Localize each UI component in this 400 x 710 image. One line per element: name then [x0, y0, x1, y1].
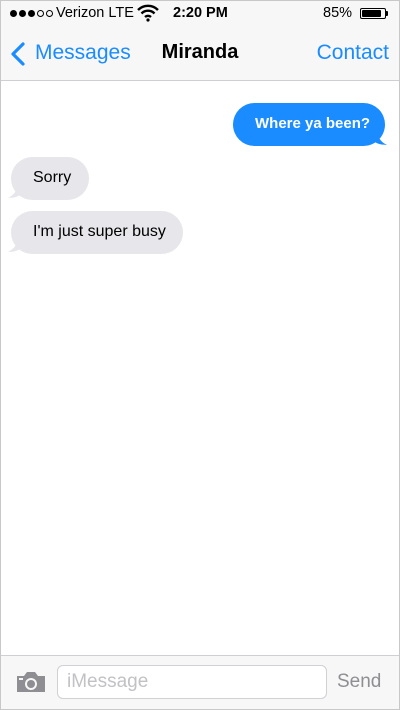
battery-nub [386, 11, 388, 16]
clock: 2:20 PM [173, 5, 228, 21]
back-to-messages-button[interactable]: Messages [35, 41, 131, 65]
signal-dot [28, 10, 35, 17]
navigation-bar: Messages Miranda Contact [1, 27, 399, 81]
signal-dot [46, 10, 53, 17]
battery-icon [360, 8, 386, 19]
imessage-input[interactable] [57, 665, 327, 699]
message-bubble-outgoing[interactable]: Where ya been? [233, 103, 385, 146]
battery-level [362, 10, 381, 17]
send-button[interactable]: Send [337, 671, 381, 693]
message-bubble-incoming[interactable]: Sorry [11, 157, 89, 200]
message-bubble-incoming[interactable]: I'm just super busy [11, 211, 183, 254]
signal-dot [10, 10, 17, 17]
wifi-icon [137, 4, 159, 25]
camera-icon[interactable] [15, 670, 47, 699]
battery-percentage: 85% [323, 5, 353, 21]
contact-button[interactable]: Contact [317, 41, 389, 65]
signal-strength-icon [10, 10, 53, 17]
chevron-left-icon[interactable] [10, 41, 26, 72]
carrier-label: Verizon LTE [56, 5, 134, 21]
message-input-bar: Send [1, 655, 399, 709]
signal-dot [37, 10, 44, 17]
conversation-title: Miranda [161, 41, 239, 63]
phone-screen: Verizon LTE 2:20 PM 85% Messages Miranda… [0, 0, 400, 710]
status-bar: Verizon LTE 2:20 PM 85% [1, 1, 399, 27]
signal-dot [19, 10, 26, 17]
